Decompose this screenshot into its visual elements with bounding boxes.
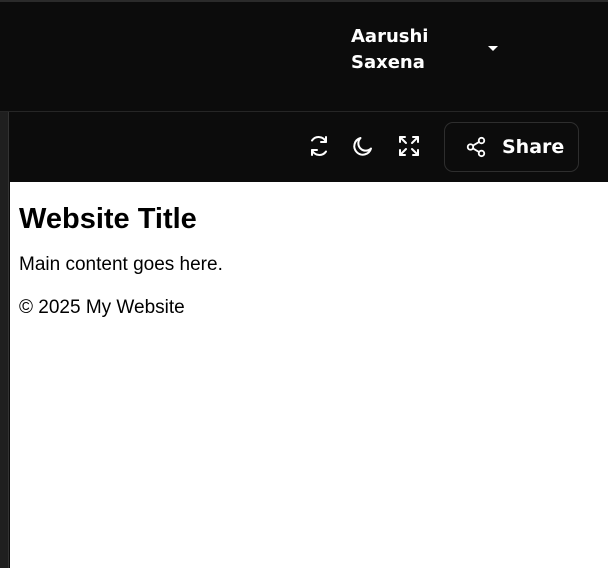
user-first-name: Aarushi [351,26,429,47]
moon-icon [353,137,372,156]
preview-toolbar: Share [9,112,608,182]
fullscreen-button[interactable] [395,132,423,160]
share-label: Share [502,136,565,158]
website-preview: Website Title Main content goes here. © … [10,182,608,568]
user-name: Aarushi Saxena [351,24,461,76]
caret-down-icon[interactable] [488,46,498,51]
main-content: Main content goes here. [19,254,223,275]
user-menu[interactable]: Aarushi Saxena [351,24,498,76]
refresh-button[interactable] [305,132,333,160]
refresh-icon [311,136,327,156]
user-last-name: Saxena [351,52,425,73]
fullscreen-icon [399,136,419,156]
page-title: Website Title [19,203,197,235]
theme-toggle-button[interactable] [349,132,377,160]
top-header: Aarushi Saxena [0,0,608,112]
left-rail [0,112,9,568]
share-icon [466,136,486,158]
footer-text: © 2025 My Website [19,297,185,318]
share-button[interactable]: Share [444,122,579,172]
